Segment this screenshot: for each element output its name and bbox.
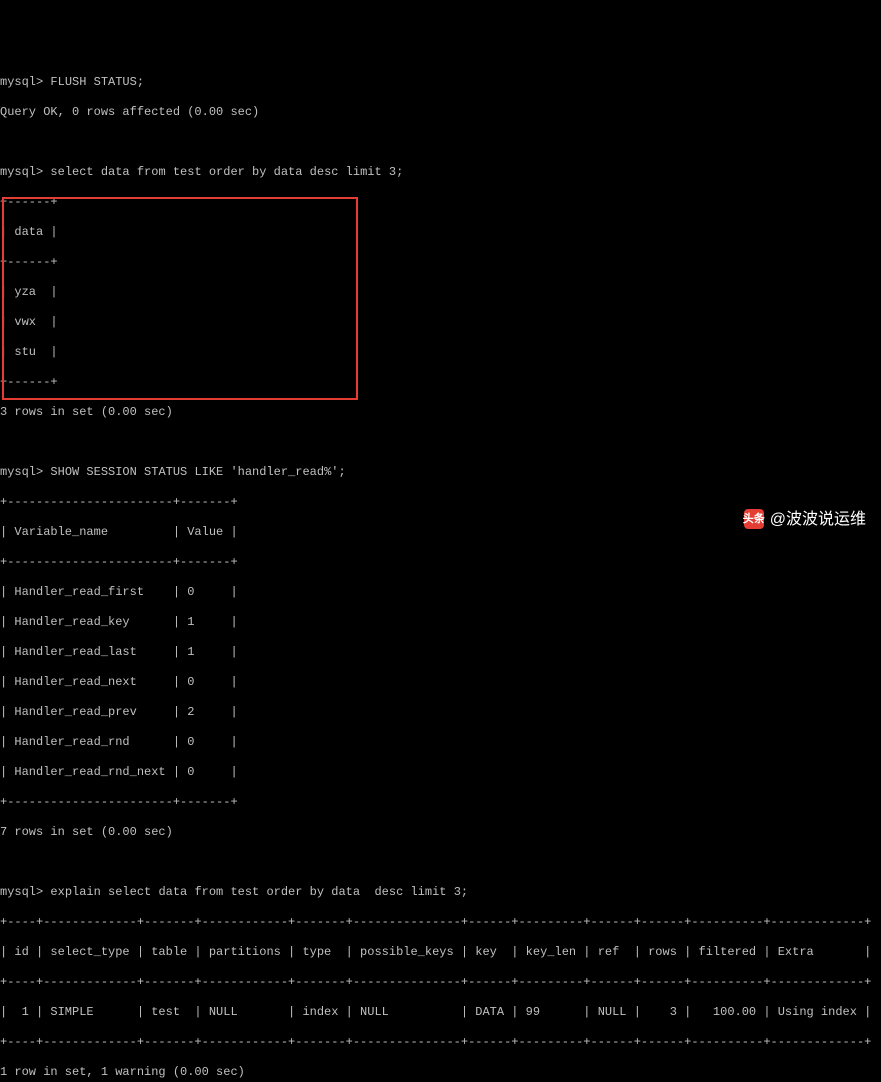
sql-command-select: select data from test order by data desc… <box>50 165 403 179</box>
table-row: | Handler_read_last | 1 | <box>0 645 881 660</box>
table-separator: +----+-------------+-------+------------… <box>0 915 881 930</box>
table-row: | Handler_read_rnd_next | 0 | <box>0 765 881 780</box>
table-row: | Handler_read_prev | 2 | <box>0 705 881 720</box>
mysql-prompt: mysql> <box>0 885 50 899</box>
result-footer: 3 rows in set (0.00 sec) <box>0 405 881 420</box>
terminal-output: mysql> FLUSH STATUS; Query OK, 0 rows af… <box>0 60 881 1082</box>
query-result: Query OK, 0 rows affected (0.00 sec) <box>0 105 881 120</box>
table-row: | Handler_read_key | 1 | <box>0 615 881 630</box>
table-row: | 1 | SIMPLE | test | NULL | index | NUL… <box>0 1005 881 1020</box>
sql-command-show-status: SHOW SESSION STATUS LIKE 'handler_read%'… <box>50 465 345 479</box>
table-separator: +------+ <box>0 375 881 390</box>
table-separator: +------+ <box>0 255 881 270</box>
result-footer: 7 rows in set (0.00 sec) <box>0 825 881 840</box>
table-header: | data | <box>0 225 881 240</box>
table-separator: +-----------------------+-------+ <box>0 555 881 570</box>
mysql-prompt: mysql> <box>0 165 50 179</box>
table-row: | Handler_read_next | 0 | <box>0 675 881 690</box>
watermark: 头条 @波波说运维 <box>744 509 866 529</box>
watermark-text: @波波说运维 <box>770 512 866 527</box>
table-row: | vwx | <box>0 315 881 330</box>
table-row: | stu | <box>0 345 881 360</box>
table-separator: +-----------------------+-------+ <box>0 495 881 510</box>
mysql-prompt: mysql> <box>0 465 50 479</box>
table-row: | yza | <box>0 285 881 300</box>
table-separator: +-----------------------+-------+ <box>0 795 881 810</box>
mysql-prompt: mysql> <box>0 75 50 89</box>
table-row: | Handler_read_rnd | 0 | <box>0 735 881 750</box>
table-separator: +----+-------------+-------+------------… <box>0 1035 881 1050</box>
table-row: | Handler_read_first | 0 | <box>0 585 881 600</box>
table-separator: +------+ <box>0 195 881 210</box>
table-separator: +----+-------------+-------+------------… <box>0 975 881 990</box>
result-footer: 1 row in set, 1 warning (0.00 sec) <box>0 1065 881 1080</box>
watermark-logo-icon: 头条 <box>744 509 764 529</box>
sql-command-flush: FLUSH STATUS; <box>50 75 144 89</box>
sql-command-explain: explain select data from test order by d… <box>50 885 468 899</box>
table-header: | id | select_type | table | partitions … <box>0 945 881 960</box>
